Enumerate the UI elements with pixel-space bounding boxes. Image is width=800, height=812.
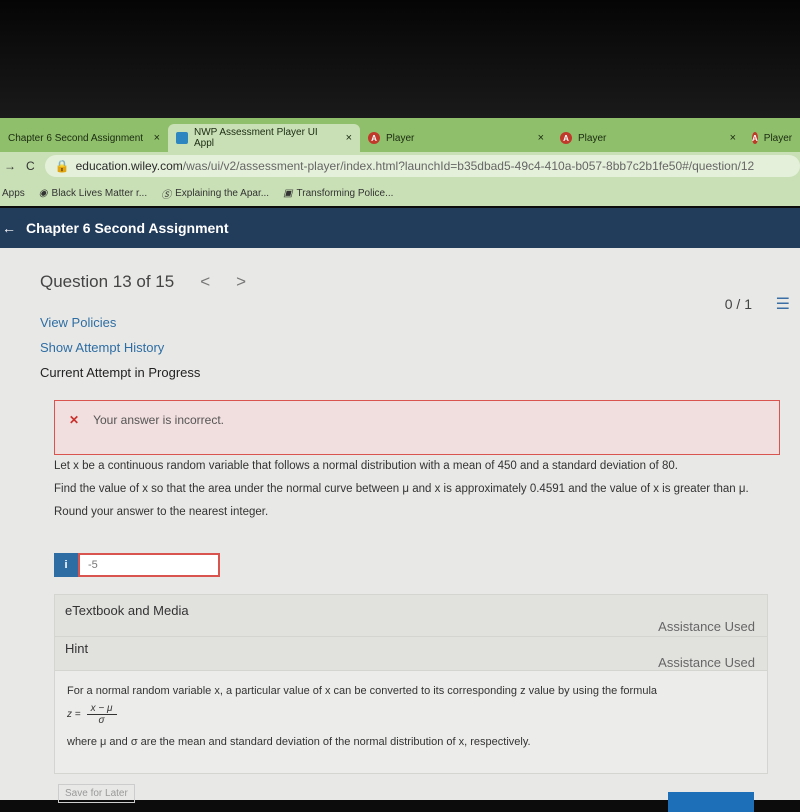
lock-icon: 🔒 xyxy=(54,159,70,173)
close-icon[interactable]: × xyxy=(730,132,736,144)
bookmark[interactable]: ▣ Transforming Police... xyxy=(283,188,393,199)
bookmark[interactable]: Ⓢ Explaining the Apar... xyxy=(161,186,269,201)
question-paragraph: Let x be a continuous random variable th… xyxy=(54,460,678,472)
hint-panel[interactable]: Hint Assistance Used xyxy=(54,636,768,672)
address-bar: → C 🔒 education.wiley.com/was/ui/v2/asses… xyxy=(0,152,800,180)
angular-icon: A xyxy=(560,132,572,144)
tab-title: Player xyxy=(578,132,607,144)
tab-player[interactable]: A Player × xyxy=(552,124,744,152)
assignment-title: Chapter 6 Second Assignment xyxy=(26,220,229,236)
incorrect-alert: ✕ Your answer is incorrect. xyxy=(54,400,780,455)
tab-title: Player xyxy=(763,132,793,144)
view-policies-link[interactable]: View Policies xyxy=(40,310,200,335)
assistance-used: Assistance Used xyxy=(658,655,755,670)
tab-bar: Chapter 6 Second Assignment × NWP Assessm… xyxy=(0,118,800,152)
monitor-bezel xyxy=(0,0,800,118)
forward-icon[interactable]: → xyxy=(4,159,16,173)
tab-chapter[interactable]: Chapter 6 Second Assignment × xyxy=(0,124,168,152)
question-paragraph: Find the value of x so that the area und… xyxy=(54,483,749,495)
info-icon[interactable]: i xyxy=(54,553,78,577)
current-attempt-label: Current Attempt in Progress xyxy=(40,365,201,380)
bookmark-label: Explaining the Apar... xyxy=(175,187,270,199)
tab-player[interactable]: A Player × xyxy=(360,124,552,152)
hint-title: Hint xyxy=(65,641,89,656)
reload-icon[interactable]: C xyxy=(26,159,35,173)
hint-text: where μ and σ are the mean and standard … xyxy=(67,736,531,748)
tab-title: Player xyxy=(386,132,415,144)
etextbook-panel[interactable]: eTextbook and Media Assistance Used xyxy=(54,594,768,640)
question-counter: Question 13 of 15 xyxy=(40,272,175,291)
url-input[interactable]: 🔒 education.wiley.com/was/ui/v2/assessmen… xyxy=(44,155,800,177)
close-icon[interactable]: × xyxy=(538,132,544,144)
main-content: Question 13 of 15 < > 0 / 1 ☰ View Polic… xyxy=(0,248,800,812)
question-nav: Question 13 of 15 < > xyxy=(40,272,246,292)
formula-z: z = xyxy=(67,709,81,720)
bookmark[interactable]: ◉ Black Lives Matter r... xyxy=(39,188,147,199)
save-for-later-button[interactable]: Save for Later xyxy=(58,784,135,803)
attempt-links: View Policies Show Attempt History Curre… xyxy=(40,310,200,385)
etextbook-title: eTextbook and Media xyxy=(65,603,189,618)
formula-numerator: x − μ xyxy=(86,703,117,715)
bookmark-label: Transforming Police... xyxy=(296,187,394,199)
angular-icon: A xyxy=(752,132,758,144)
bookmarks-bar: Apps ◉ Black Lives Matter r... Ⓢ Explainin… xyxy=(0,180,800,206)
prev-question-button[interactable]: < xyxy=(200,272,210,292)
url-path: /was/ui/v2/assessment-player/index.html?… xyxy=(182,159,755,173)
formula-denominator: σ xyxy=(98,715,105,726)
question-text: Let x be a continuous random variable th… xyxy=(54,458,774,527)
error-x-icon: ✕ xyxy=(69,413,80,427)
hint-body: For a normal random variable x, a partic… xyxy=(54,670,768,774)
submit-button[interactable] xyxy=(668,792,754,812)
back-arrow-icon[interactable]: ← xyxy=(2,220,16,236)
error-text: Your answer is incorrect. xyxy=(93,413,225,427)
z-formula: z = x − μσ xyxy=(67,703,755,726)
question-list-icon[interactable]: ☰ xyxy=(776,294,790,314)
hint-text: For a normal random variable x, a partic… xyxy=(67,685,658,697)
bookmark-label: Black Lives Matter r... xyxy=(51,187,148,199)
bookmark-apps[interactable]: Apps xyxy=(2,188,25,199)
globe-icon: ◉ xyxy=(38,187,48,199)
tab-title: Chapter 6 Second Assignment xyxy=(8,132,144,144)
score: 0 / 1 xyxy=(724,296,752,312)
tab-player[interactable]: A Player xyxy=(744,124,800,152)
assignment-header: ← Chapter 6 Second Assignment xyxy=(0,208,800,248)
answer-row: i xyxy=(54,553,220,577)
close-icon[interactable]: × xyxy=(154,132,160,144)
next-question-button[interactable]: > xyxy=(236,272,246,292)
site-icon: Ⓢ xyxy=(161,189,172,201)
url-host: education.wiley.com xyxy=(75,159,183,173)
question-paragraph: Round your answer to the nearest integer… xyxy=(54,506,269,518)
attempt-history-link[interactable]: Show Attempt History xyxy=(40,335,200,360)
close-icon[interactable]: × xyxy=(346,132,352,144)
tab-title: NWP Assessment Player UI Appl xyxy=(193,127,318,149)
angular-icon: A xyxy=(368,132,380,144)
answer-input[interactable] xyxy=(78,553,220,577)
assistance-used: Assistance Used xyxy=(658,619,755,634)
wiley-icon xyxy=(176,132,188,144)
tab-nwp[interactable]: NWP Assessment Player UI Appl × xyxy=(168,124,360,152)
site-icon: ▣ xyxy=(283,187,293,199)
